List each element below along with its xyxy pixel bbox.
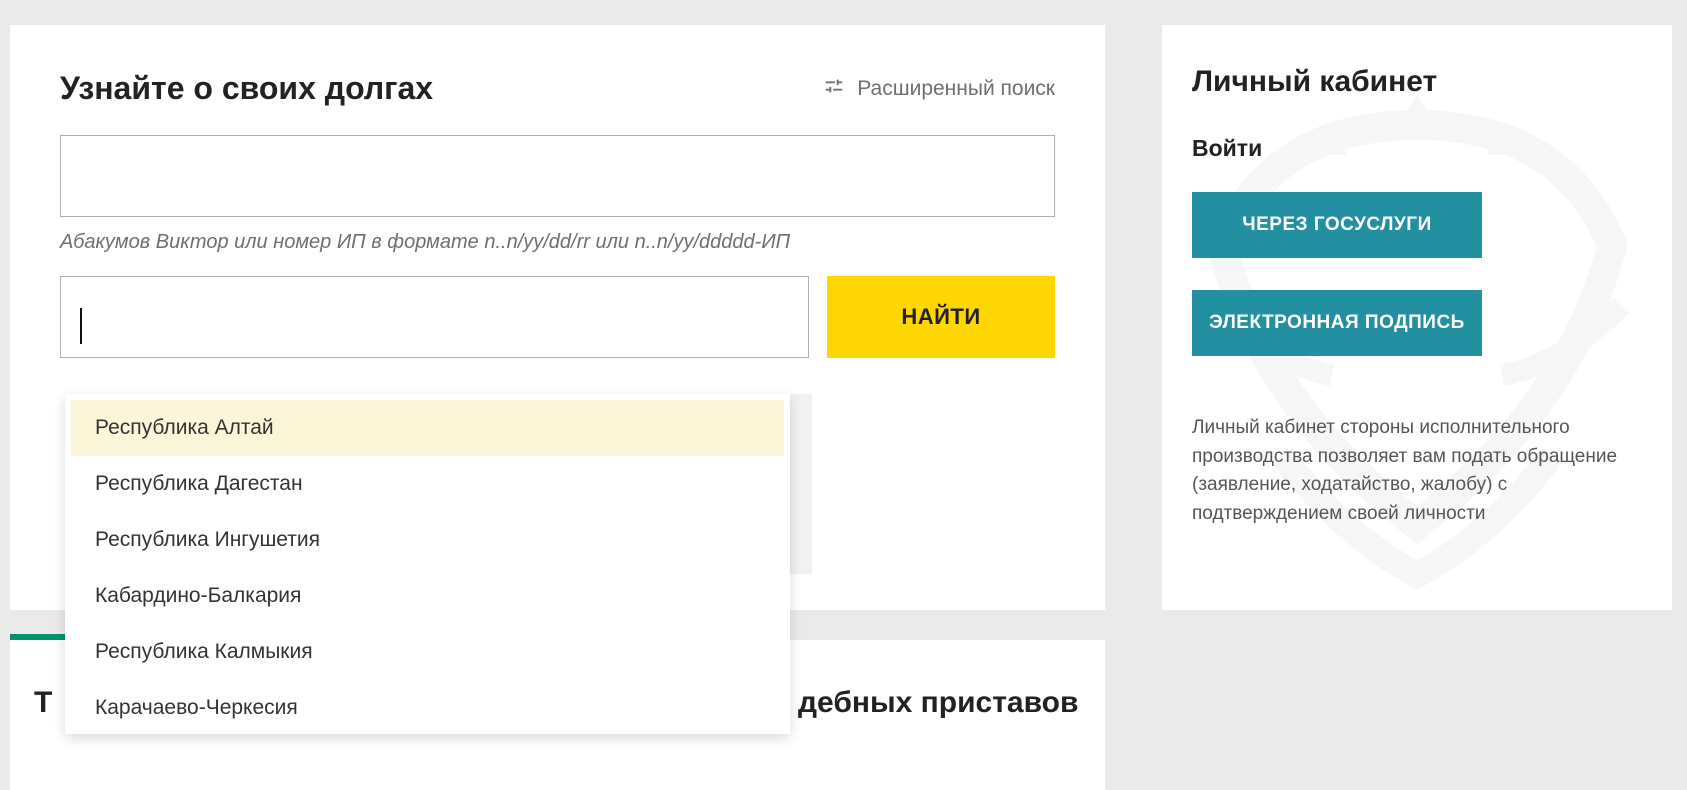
- advanced-search-label: Расширенный поиск: [857, 77, 1055, 101]
- bottom-heading-left-fragment: Т: [34, 686, 52, 720]
- region-dropdown-list[interactable]: Республика АлтайРеспублика ДагестанРеспу…: [65, 394, 790, 734]
- text-caret: [80, 308, 82, 344]
- sidebar-title: Личный кабинет: [1192, 65, 1642, 99]
- region-option[interactable]: Республика Ингушетия: [71, 512, 784, 568]
- login-gosuslugi-button[interactable]: ЧЕРЕЗ ГОСУСЛУГИ: [1192, 192, 1482, 258]
- region-input[interactable]: [60, 276, 809, 358]
- region-option[interactable]: Кабардино-Балкария: [71, 568, 784, 624]
- bottom-heading-right-fragment: дебных приставов: [798, 686, 1078, 720]
- region-option[interactable]: Республика Алтай: [71, 400, 784, 456]
- search-header-row: Узнайте о своих долгах Расширенный поиск: [60, 70, 1055, 107]
- region-option[interactable]: Республика Калмыкия: [71, 624, 784, 680]
- search-title: Узнайте о своих долгах: [60, 70, 433, 107]
- region-option[interactable]: Карачаево-Черкесия: [71, 680, 784, 734]
- find-button[interactable]: НАЙТИ: [827, 276, 1055, 358]
- sliders-icon: [823, 75, 845, 103]
- region-option[interactable]: Республика Дагестан: [71, 456, 784, 512]
- login-label: Войти: [1192, 135, 1642, 162]
- region-dropdown: Республика АлтайРеспублика ДагестанРеспу…: [65, 394, 790, 734]
- search-helper-text: Абакумов Виктор или номер ИП в формате n…: [60, 231, 1055, 254]
- search-query-input[interactable]: [60, 135, 1055, 217]
- sidebar-card: Личный кабинет Войти ЧЕРЕЗ ГОСУСЛУГИ ЭЛЕ…: [1162, 25, 1672, 610]
- advanced-search-link[interactable]: Расширенный поиск: [823, 75, 1055, 103]
- login-signature-button[interactable]: ЭЛЕКТРОННАЯ ПОДПИСЬ: [1192, 290, 1482, 356]
- sidebar-description: Личный кабинет стороны исполнительного п…: [1192, 414, 1642, 528]
- search-row-2: НАЙТИ: [60, 276, 1055, 358]
